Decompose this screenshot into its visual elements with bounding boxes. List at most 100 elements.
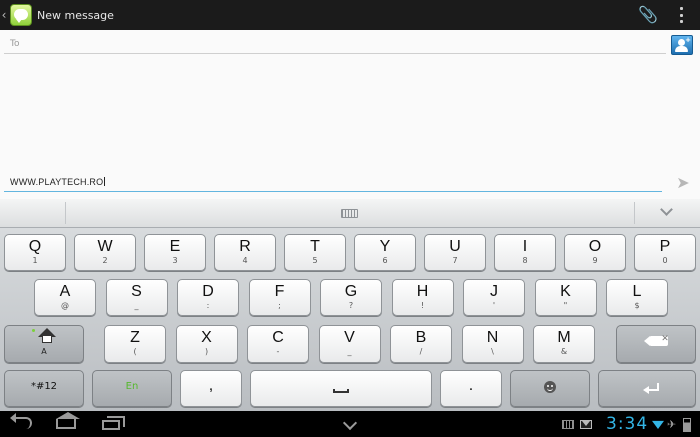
add-contact-icon[interactable]: + — [671, 35, 693, 55]
enter-key[interactable] — [598, 370, 696, 407]
key-a[interactable]: A @ — [34, 279, 96, 316]
key-sub-label: 6 — [382, 256, 388, 265]
key-n[interactable]: N \ — [461, 325, 524, 363]
back-icon[interactable] — [10, 413, 32, 429]
key-label: N — [486, 329, 499, 346]
recent-apps-icon[interactable] — [102, 416, 125, 430]
key-k[interactable]: K " — [534, 279, 597, 316]
key-sub-label: ; — [278, 301, 281, 310]
key-sub-label: 4 — [242, 256, 248, 265]
space-key[interactable] — [250, 370, 432, 407]
symbols-key-label: *#12 — [30, 381, 58, 392]
delete-key[interactable]: ✕ — [616, 325, 696, 363]
shift-key[interactable]: A — [4, 325, 84, 363]
key-label: I — [522, 238, 528, 255]
key-m[interactable]: M & — [533, 325, 595, 363]
key-label: V — [344, 329, 355, 346]
key-g[interactable]: G? — [320, 279, 382, 316]
shift-indicator-icon — [32, 329, 35, 332]
key-label: M — [557, 329, 571, 346]
send-icon[interactable]: ➤ — [674, 174, 692, 192]
key-label: G — [344, 283, 358, 300]
key-q[interactable]: Q1 — [4, 234, 66, 271]
symbols-key[interactable]: *#12 — [4, 370, 84, 407]
key-i[interactable]: I8 — [494, 234, 556, 271]
period-key-label: . — [468, 377, 474, 394]
key-sub-label: $ — [634, 301, 640, 310]
recipient-placeholder: To — [10, 39, 20, 49]
key-sub-label: _ — [347, 347, 352, 356]
key-label: U — [449, 238, 461, 255]
key-o[interactable]: O9 — [564, 234, 626, 271]
message-text: WWW.PLAYTECH.RO — [10, 177, 104, 187]
key-label: C — [272, 329, 284, 346]
key-sub-label: ? — [348, 301, 354, 310]
key-sub-label: - — [276, 347, 280, 356]
key-sub-label: @ — [61, 301, 69, 310]
key-t[interactable]: T5 — [284, 234, 346, 271]
key-u[interactable]: U7 — [424, 234, 486, 271]
key-sub-label: " — [563, 301, 568, 310]
emoji-key[interactable] — [510, 370, 590, 407]
key-x[interactable]: X) — [175, 325, 238, 363]
key-d[interactable]: D: — [177, 279, 239, 316]
paperclip-icon[interactable]: 📎 — [638, 5, 658, 25]
overflow-menu-icon[interactable] — [678, 7, 684, 23]
key-v[interactable]: V _ — [318, 325, 381, 363]
key-z[interactable]: Z( — [104, 325, 166, 363]
keyboard-toolbar — [0, 199, 700, 228]
keyboard-icon[interactable] — [341, 209, 358, 218]
page-title: New message — [37, 8, 114, 22]
messaging-app-icon[interactable] — [10, 4, 32, 26]
key-r[interactable]: R4 — [214, 234, 276, 271]
key-label: E — [169, 238, 181, 255]
key-j[interactable]: J ' — [463, 279, 525, 316]
recipient-field[interactable]: To — [4, 35, 666, 54]
key-sub-label: 0 — [662, 256, 668, 265]
key-sub-label: 1 — [32, 256, 38, 265]
comma-key[interactable]: , — [180, 370, 242, 407]
key-l[interactable]: L $ — [606, 279, 668, 316]
message-input[interactable]: WWW.PLAYTECH.RO — [4, 175, 662, 192]
up-caret-icon[interactable]: ‹ — [0, 0, 8, 30]
key-sub-label: / — [419, 347, 423, 356]
smiley-icon — [544, 381, 556, 393]
key-h[interactable]: H! — [391, 279, 454, 316]
key-p[interactable]: P0 — [634, 234, 696, 271]
period-key[interactable]: . — [440, 370, 502, 407]
hide-keyboard-icon[interactable] — [660, 205, 674, 219]
status-clock: 3:34 — [606, 414, 649, 434]
key-e[interactable]: E3 — [144, 234, 206, 271]
key-sub-label: ) — [204, 347, 209, 356]
key-label: L — [632, 283, 642, 300]
key-label: K — [560, 283, 571, 300]
home-icon[interactable] — [56, 412, 80, 429]
dismiss-keyboard-icon[interactable] — [342, 418, 358, 428]
comma-key-label: , — [208, 377, 214, 394]
key-f[interactable]: F; — [248, 279, 311, 316]
key-sub-label: 5 — [312, 256, 318, 265]
key-label: S — [131, 283, 142, 300]
key-sub-label: : — [206, 301, 210, 310]
key-w[interactable]: W2 — [74, 234, 136, 271]
key-label: D — [202, 283, 214, 300]
key-sub-label: 2 — [102, 256, 108, 265]
action-bar: ‹ New message 📎 — [0, 0, 700, 30]
key-b[interactable]: B / — [390, 325, 452, 363]
key-label: B — [415, 329, 427, 346]
key-sub-label: 7 — [452, 256, 458, 265]
shift-sub-label: A — [41, 347, 47, 356]
key-c[interactable]: C- — [247, 325, 309, 363]
key-y[interactable]: Y6 — [354, 234, 416, 271]
key-sub-label: ' — [492, 301, 496, 310]
language-key[interactable]: En — [92, 370, 172, 407]
key-s[interactable]: S _ — [105, 279, 168, 316]
key-label: X — [201, 329, 212, 346]
language-key-label: En — [125, 381, 139, 392]
enter-icon — [643, 383, 659, 394]
key-label: P — [659, 238, 671, 255]
key-label: H — [416, 283, 429, 300]
key-label: O — [588, 238, 602, 255]
key-label: Z — [130, 329, 140, 346]
key-label: A — [59, 283, 71, 300]
